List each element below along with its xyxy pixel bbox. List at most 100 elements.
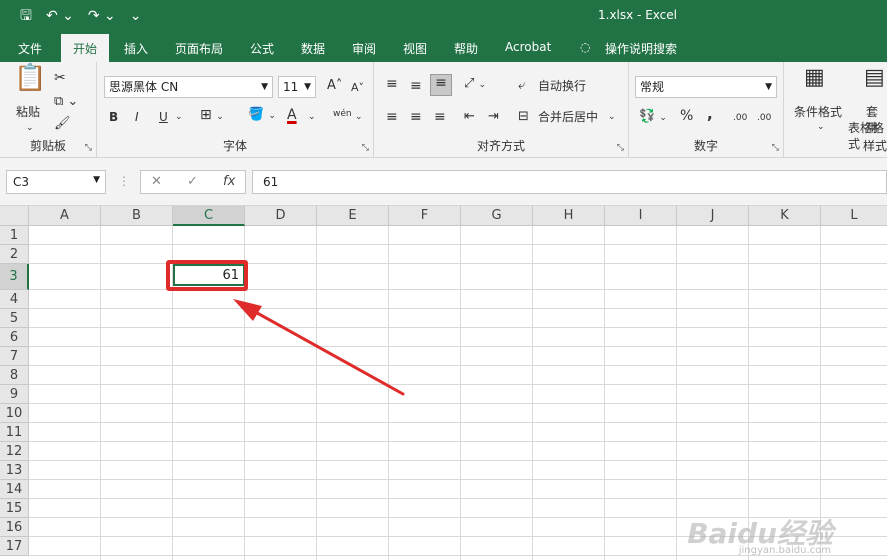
merge-center-button[interactable]: 合并后居中 (538, 109, 598, 125)
row-header-9[interactable]: 9 (0, 385, 29, 404)
row-header-11[interactable]: 11 (0, 423, 29, 442)
comma-style-button[interactable]: , (707, 106, 713, 122)
align-left-icon[interactable]: ≡ (386, 109, 398, 125)
select-all-corner[interactable] (0, 206, 29, 226)
number-format-select[interactable]: 常规 ▼ (635, 76, 777, 98)
align-top-icon[interactable]: ≡ (386, 76, 398, 92)
row-header-2[interactable]: 2 (0, 245, 29, 264)
tab-view[interactable]: 视图 (403, 40, 427, 57)
tab-home[interactable]: 开始 (61, 34, 110, 62)
paste-icon[interactable]: 📋 (14, 65, 46, 91)
redo-icon[interactable]: ↷ ⌄ (88, 7, 116, 25)
dialog-launcher-icon[interactable]: ⤡ (362, 143, 369, 153)
column-header-l[interactable]: L (821, 206, 887, 226)
tab-review[interactable]: 审阅 (352, 40, 376, 57)
wrap-text-icon[interactable]: ⤶ (518, 78, 525, 94)
font-color-icon[interactable]: A (287, 107, 297, 123)
column-header-e[interactable]: E (317, 206, 389, 226)
underline-dropdown-icon[interactable]: ⌄ (175, 109, 183, 125)
align-bottom-icon[interactable]: ≡ (430, 74, 452, 96)
grow-font-icon[interactable]: A˄ (327, 78, 342, 94)
dialog-launcher-icon[interactable]: ⤡ (85, 143, 92, 153)
tab-insert[interactable]: 插入 (124, 40, 148, 57)
paste-dropdown-icon[interactable]: ⌄ (26, 120, 34, 136)
merge-center-icon[interactable]: ⊟ (518, 109, 529, 125)
tab-help[interactable]: 帮助 (454, 40, 478, 57)
copy-icon[interactable]: ⧉ ⌄ (54, 94, 78, 110)
tab-formulas[interactable]: 公式 (250, 40, 274, 57)
save-icon[interactable]: 🖫 (20, 7, 32, 25)
row-header-6[interactable]: 6 (0, 328, 29, 347)
insert-function-icon[interactable]: fx (223, 174, 235, 189)
fill-color-icon[interactable]: 🪣 ⌄ (248, 107, 276, 124)
row-header-8[interactable]: 8 (0, 366, 29, 385)
conditional-formatting-button[interactable]: 条件格式 (794, 104, 842, 120)
chevron-down-icon[interactable]: ▼ (93, 175, 100, 185)
column-header-f[interactable]: F (389, 206, 461, 226)
font-name-select[interactable]: 思源黑体 CN ▼ (104, 76, 273, 98)
row-header-3[interactable]: 3 (0, 264, 29, 290)
dialog-launcher-icon[interactable]: ⤡ (772, 143, 779, 153)
italic-button[interactable]: I (135, 109, 139, 125)
formula-input[interactable]: 61 (252, 170, 887, 194)
tab-page-layout[interactable]: 页面布局 (175, 40, 223, 57)
format-painter-icon[interactable]: 🖌 (54, 116, 71, 132)
column-header-k[interactable]: K (749, 206, 821, 226)
accounting-format-icon[interactable]: 💱 ⌄ (639, 109, 667, 126)
row-header-17[interactable]: 17 (0, 537, 29, 556)
cancel-icon[interactable]: ✕ (151, 174, 162, 189)
tab-acrobat[interactable]: Acrobat (505, 40, 551, 54)
tab-file[interactable]: 文件 (18, 40, 42, 57)
borders-icon[interactable]: ⊞ ⌄ (200, 107, 224, 125)
tab-data[interactable]: 数据 (301, 40, 325, 57)
conditional-formatting-icon[interactable]: ▦ (804, 67, 825, 89)
tell-me-search[interactable]: 操作说明搜索 (605, 40, 677, 57)
wrap-text-button[interactable]: 自动换行 (538, 78, 586, 94)
row-header-4[interactable]: 4 (0, 290, 29, 309)
column-header-h[interactable]: H (533, 206, 605, 226)
font-color-dropdown-icon[interactable]: ⌄ (308, 109, 316, 125)
underline-button[interactable]: U (159, 109, 168, 125)
row-header-5[interactable]: 5 (0, 309, 29, 328)
orientation-icon[interactable]: ⤢ ⌄ (464, 76, 486, 93)
row-header-14[interactable]: 14 (0, 480, 29, 499)
align-right-icon[interactable]: ≡ (434, 109, 446, 125)
increase-indent-icon[interactable]: ⇥ (488, 109, 499, 125)
font-size-select[interactable]: 11 ▼ (278, 76, 316, 98)
undo-icon[interactable]: ↶ ⌄ (46, 7, 74, 25)
customize-qat-icon[interactable]: ⌄ (130, 7, 142, 25)
format-as-table-icon[interactable]: ▤ (864, 67, 885, 89)
phonetic-dropdown-icon[interactable]: ⌄ (355, 109, 363, 125)
percent-style-button[interactable]: % (680, 108, 693, 124)
decrease-indent-icon[interactable]: ⇤ (464, 109, 475, 125)
column-header-a[interactable]: A (29, 206, 101, 226)
bold-button[interactable]: B (109, 109, 118, 125)
formula-bar-splitter-icon[interactable]: ⋮ (118, 174, 130, 188)
row-header-15[interactable]: 15 (0, 499, 29, 518)
column-header-b[interactable]: B (101, 206, 173, 226)
column-header-d[interactable]: D (245, 206, 317, 226)
shrink-font-icon[interactable]: A˅ (351, 80, 364, 96)
name-box[interactable]: C3 ▼ (6, 170, 106, 194)
row-header-12[interactable]: 12 (0, 442, 29, 461)
align-center-icon[interactable]: ≡ (410, 109, 422, 125)
row-header-10[interactable]: 10 (0, 404, 29, 423)
cut-icon[interactable]: ✂ (54, 70, 66, 86)
paste-button[interactable]: 粘贴 (16, 104, 40, 120)
align-middle-icon[interactable]: ≡ (410, 78, 422, 94)
column-header-c[interactable]: C (173, 206, 245, 226)
row-header-7[interactable]: 7 (0, 347, 29, 366)
phonetic-guide-icon[interactable]: wén (333, 106, 352, 122)
worksheet-grid[interactable]: A B C D E F G H I J K L 1 2 3 4 5 6 7 8 … (0, 206, 887, 560)
column-header-g[interactable]: G (461, 206, 533, 226)
row-header-16[interactable]: 16 (0, 518, 29, 537)
conditional-dropdown-icon[interactable]: ⌄ (817, 119, 825, 135)
row-header-13[interactable]: 13 (0, 461, 29, 480)
column-header-j[interactable]: J (677, 206, 749, 226)
row-header-1[interactable]: 1 (0, 226, 29, 245)
column-header-i[interactable]: I (605, 206, 677, 226)
dialog-launcher-icon[interactable]: ⤡ (617, 143, 624, 153)
increase-decimal-button[interactable]: .00 (733, 110, 747, 126)
decrease-decimal-button[interactable]: .00 (757, 110, 771, 126)
enter-icon[interactable]: ✓ (187, 174, 198, 189)
